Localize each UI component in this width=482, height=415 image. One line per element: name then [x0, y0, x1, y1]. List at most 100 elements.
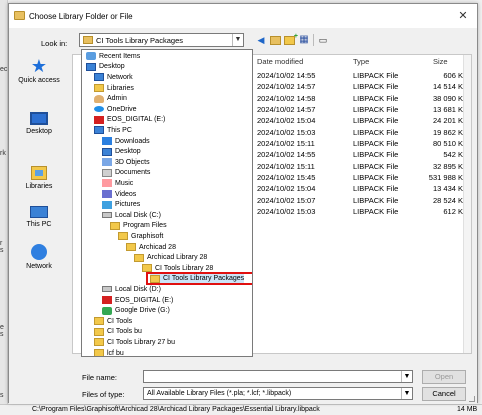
dropdown-item-label: Admin	[107, 95, 127, 103]
chevron-down-icon[interactable]: ▼	[401, 388, 412, 399]
background-text: ec	[0, 66, 8, 73]
dropdown-item[interactable]: EOS_DIGITAL (E:)	[94, 115, 165, 126]
dropdown-item[interactable]: Archicad 28	[126, 242, 176, 253]
file-row[interactable]: 2024/10/02 15:04 LIBPACK File 24 201 KB	[257, 115, 472, 126]
file-row[interactable]: 2024/10/02 15:03 LIBPACK File 612 KB	[257, 206, 472, 217]
dropdown-item[interactable]: EOS_DIGITAL (E:)	[102, 295, 173, 306]
dropdown-item[interactable]: This PC	[94, 125, 132, 136]
file-row[interactable]: 2024/10/02 14:55 LIBPACK File 606 KB	[257, 70, 472, 81]
dropdown-item[interactable]: Admin	[94, 93, 127, 104]
dropdown-item[interactable]: Recent Items	[86, 51, 140, 62]
folder-icon	[94, 338, 104, 347]
dropdown-item[interactable]: Libraries	[94, 83, 134, 94]
file-row[interactable]: 2024/10/02 15:45 LIBPACK File 531 988 KB	[257, 172, 472, 183]
dropdown-item[interactable]: Pictures	[102, 199, 140, 210]
dropdown-item[interactable]: CI Tools	[94, 316, 132, 327]
column-header-size[interactable]: Size	[433, 57, 448, 66]
file-rows: 2024/10/02 14:55 LIBPACK File 606 KB 2024/1…	[257, 70, 472, 217]
place-desktop[interactable]: Desktop	[9, 112, 69, 135]
filename-label: File name:	[82, 373, 118, 382]
file-row[interactable]: 2024/10/02 15:04 LIBPACK File 13 434 KB	[257, 183, 472, 194]
lookin-label: Look in:	[41, 39, 68, 48]
dropdown-item-label: OneDrive	[107, 105, 137, 113]
dropdown-item-label: Music	[115, 179, 134, 187]
filename-input[interactable]: ▼	[143, 370, 413, 383]
dropdown-item[interactable]: Local Disk (C:)	[102, 210, 161, 221]
file-row[interactable]: 2024/10/02 15:07 LIBPACK File 28 524 KB	[257, 195, 472, 206]
file-type: LIBPACK File	[353, 173, 399, 183]
dropdown-item-label: Pictures	[115, 201, 141, 209]
dropdown-item[interactable]: CI Tools Library 27 bu	[94, 337, 175, 348]
toolbar: ◀ ▦ ▭	[255, 31, 329, 46]
file-row[interactable]: 2024/10/02 14:58 LIBPACK File 38 090 KB	[257, 93, 472, 104]
dropdown-item-label: Documents	[115, 169, 151, 177]
cancel-button[interactable]: Cancel	[422, 387, 466, 401]
close-button[interactable]: ✕	[455, 8, 471, 24]
open-button[interactable]: Open	[422, 370, 466, 384]
lookin-dropdown-list[interactable]: Recent Items Desktop Network Libraries Admin…	[81, 49, 253, 357]
background-left-panel: ec rk r s e s s	[0, 0, 8, 415]
file-row[interactable]: 2024/10/02 14:57 LIBPACK File 13 681 KB	[257, 104, 472, 115]
new-folder-icon[interactable]	[284, 31, 298, 45]
chevron-down-icon[interactable]: ▼	[232, 34, 243, 46]
dropdown-item[interactable]: Local Disk (D:)	[102, 284, 161, 295]
this-pc-icon	[30, 206, 48, 218]
file-type: LIBPACK File	[353, 161, 399, 171]
cloud-icon	[94, 106, 104, 113]
place-network[interactable]: Network	[9, 244, 69, 270]
place-quick-access[interactable]: ★ Quick access	[9, 57, 69, 84]
file-row[interactable]: 2024/10/02 15:11 LIBPACK File 32 895 KB	[257, 161, 472, 172]
dropdown-item-label: Google Drive (G:)	[115, 307, 170, 315]
filetype-value: All Available Library Files (*.pla; *.lc…	[147, 390, 292, 397]
file-date: 2024/10/02 15:45	[257, 173, 316, 183]
column-header-type[interactable]: Type	[353, 57, 369, 66]
background-text: s	[0, 392, 4, 399]
gdrive-icon	[102, 306, 112, 315]
dropdown-item[interactable]: Videos	[102, 189, 136, 200]
file-date: 2024/10/02 15:03	[257, 207, 316, 217]
dropdown-item[interactable]: CI Tools bu	[94, 327, 142, 338]
dropdown-item[interactable]: Google Drive (G:)	[102, 305, 170, 316]
file-row[interactable]: 2024/10/02 15:11 LIBPACK File 80 510 KB	[257, 138, 472, 149]
user-icon	[94, 94, 104, 103]
resize-grip[interactable]	[469, 396, 475, 402]
dropdown-item[interactable]: Network	[94, 72, 133, 83]
dropdown-item[interactable]: OneDrive	[94, 104, 137, 115]
dialog-title: Choose Library Folder or File	[29, 12, 133, 21]
chevron-down-icon[interactable]: ▼	[401, 371, 412, 382]
place-label: Libraries	[25, 183, 53, 190]
dropdown-item-label: CI Tools bu	[107, 328, 142, 336]
dropdown-item-label: Graphisoft	[131, 232, 164, 240]
file-date: 2024/10/02 14:57	[257, 82, 316, 92]
dropdown-item[interactable]: Program Files	[110, 221, 167, 232]
dropdown-item[interactable]: Graphisoft	[118, 231, 163, 242]
view-menu-icon[interactable]: ▦	[298, 34, 310, 46]
places-bar: ★ Quick access Desktop Libraries This PC…	[9, 54, 69, 354]
file-type: LIBPACK File	[353, 105, 399, 115]
up-folder-icon[interactable]	[270, 36, 281, 45]
lookin-combobox[interactable]: CI Tools Library Packages ▼	[79, 33, 244, 47]
vertical-scrollbar[interactable]	[463, 55, 471, 353]
column-header-date[interactable]: Date modified	[257, 57, 303, 66]
dropdown-item[interactable]: Desktop	[102, 146, 141, 157]
folder-icon	[118, 232, 128, 241]
file-row[interactable]: 2024/10/02 15:03 LIBPACK File 19 862 KB	[257, 127, 472, 138]
folder-icon	[134, 253, 144, 262]
dropdown-item[interactable]: Archicad Library 28	[134, 252, 207, 263]
dropdown-item[interactable]: lcf bu	[94, 348, 124, 356]
dropdown-item[interactable]: Downloads	[102, 136, 150, 147]
file-row[interactable]: 2024/10/02 14:55 LIBPACK File 542 KB	[257, 149, 472, 160]
place-libraries[interactable]: Libraries	[9, 166, 69, 190]
file-row[interactable]: 2024/10/02 14:57 LIBPACK File 14 514 KB	[257, 81, 472, 92]
dropdown-item[interactable]: Documents	[102, 168, 150, 179]
dropdown-item[interactable]: Desktop	[86, 62, 125, 73]
dropdown-item[interactable]: Music	[102, 178, 133, 189]
place-label: This PC	[26, 221, 52, 228]
dropdown-item[interactable]: 3D Objects	[102, 157, 150, 168]
place-this-pc[interactable]: This PC	[9, 206, 69, 228]
back-arrow-icon[interactable]: ◀	[255, 34, 267, 46]
properties-icon[interactable]: ▭	[317, 34, 329, 46]
file-date: 2024/10/02 14:55	[257, 71, 316, 80]
dropdown-item-label: Recent Items	[99, 52, 141, 60]
filetype-select[interactable]: All Available Library Files (*.pla; *.lc…	[143, 387, 413, 400]
